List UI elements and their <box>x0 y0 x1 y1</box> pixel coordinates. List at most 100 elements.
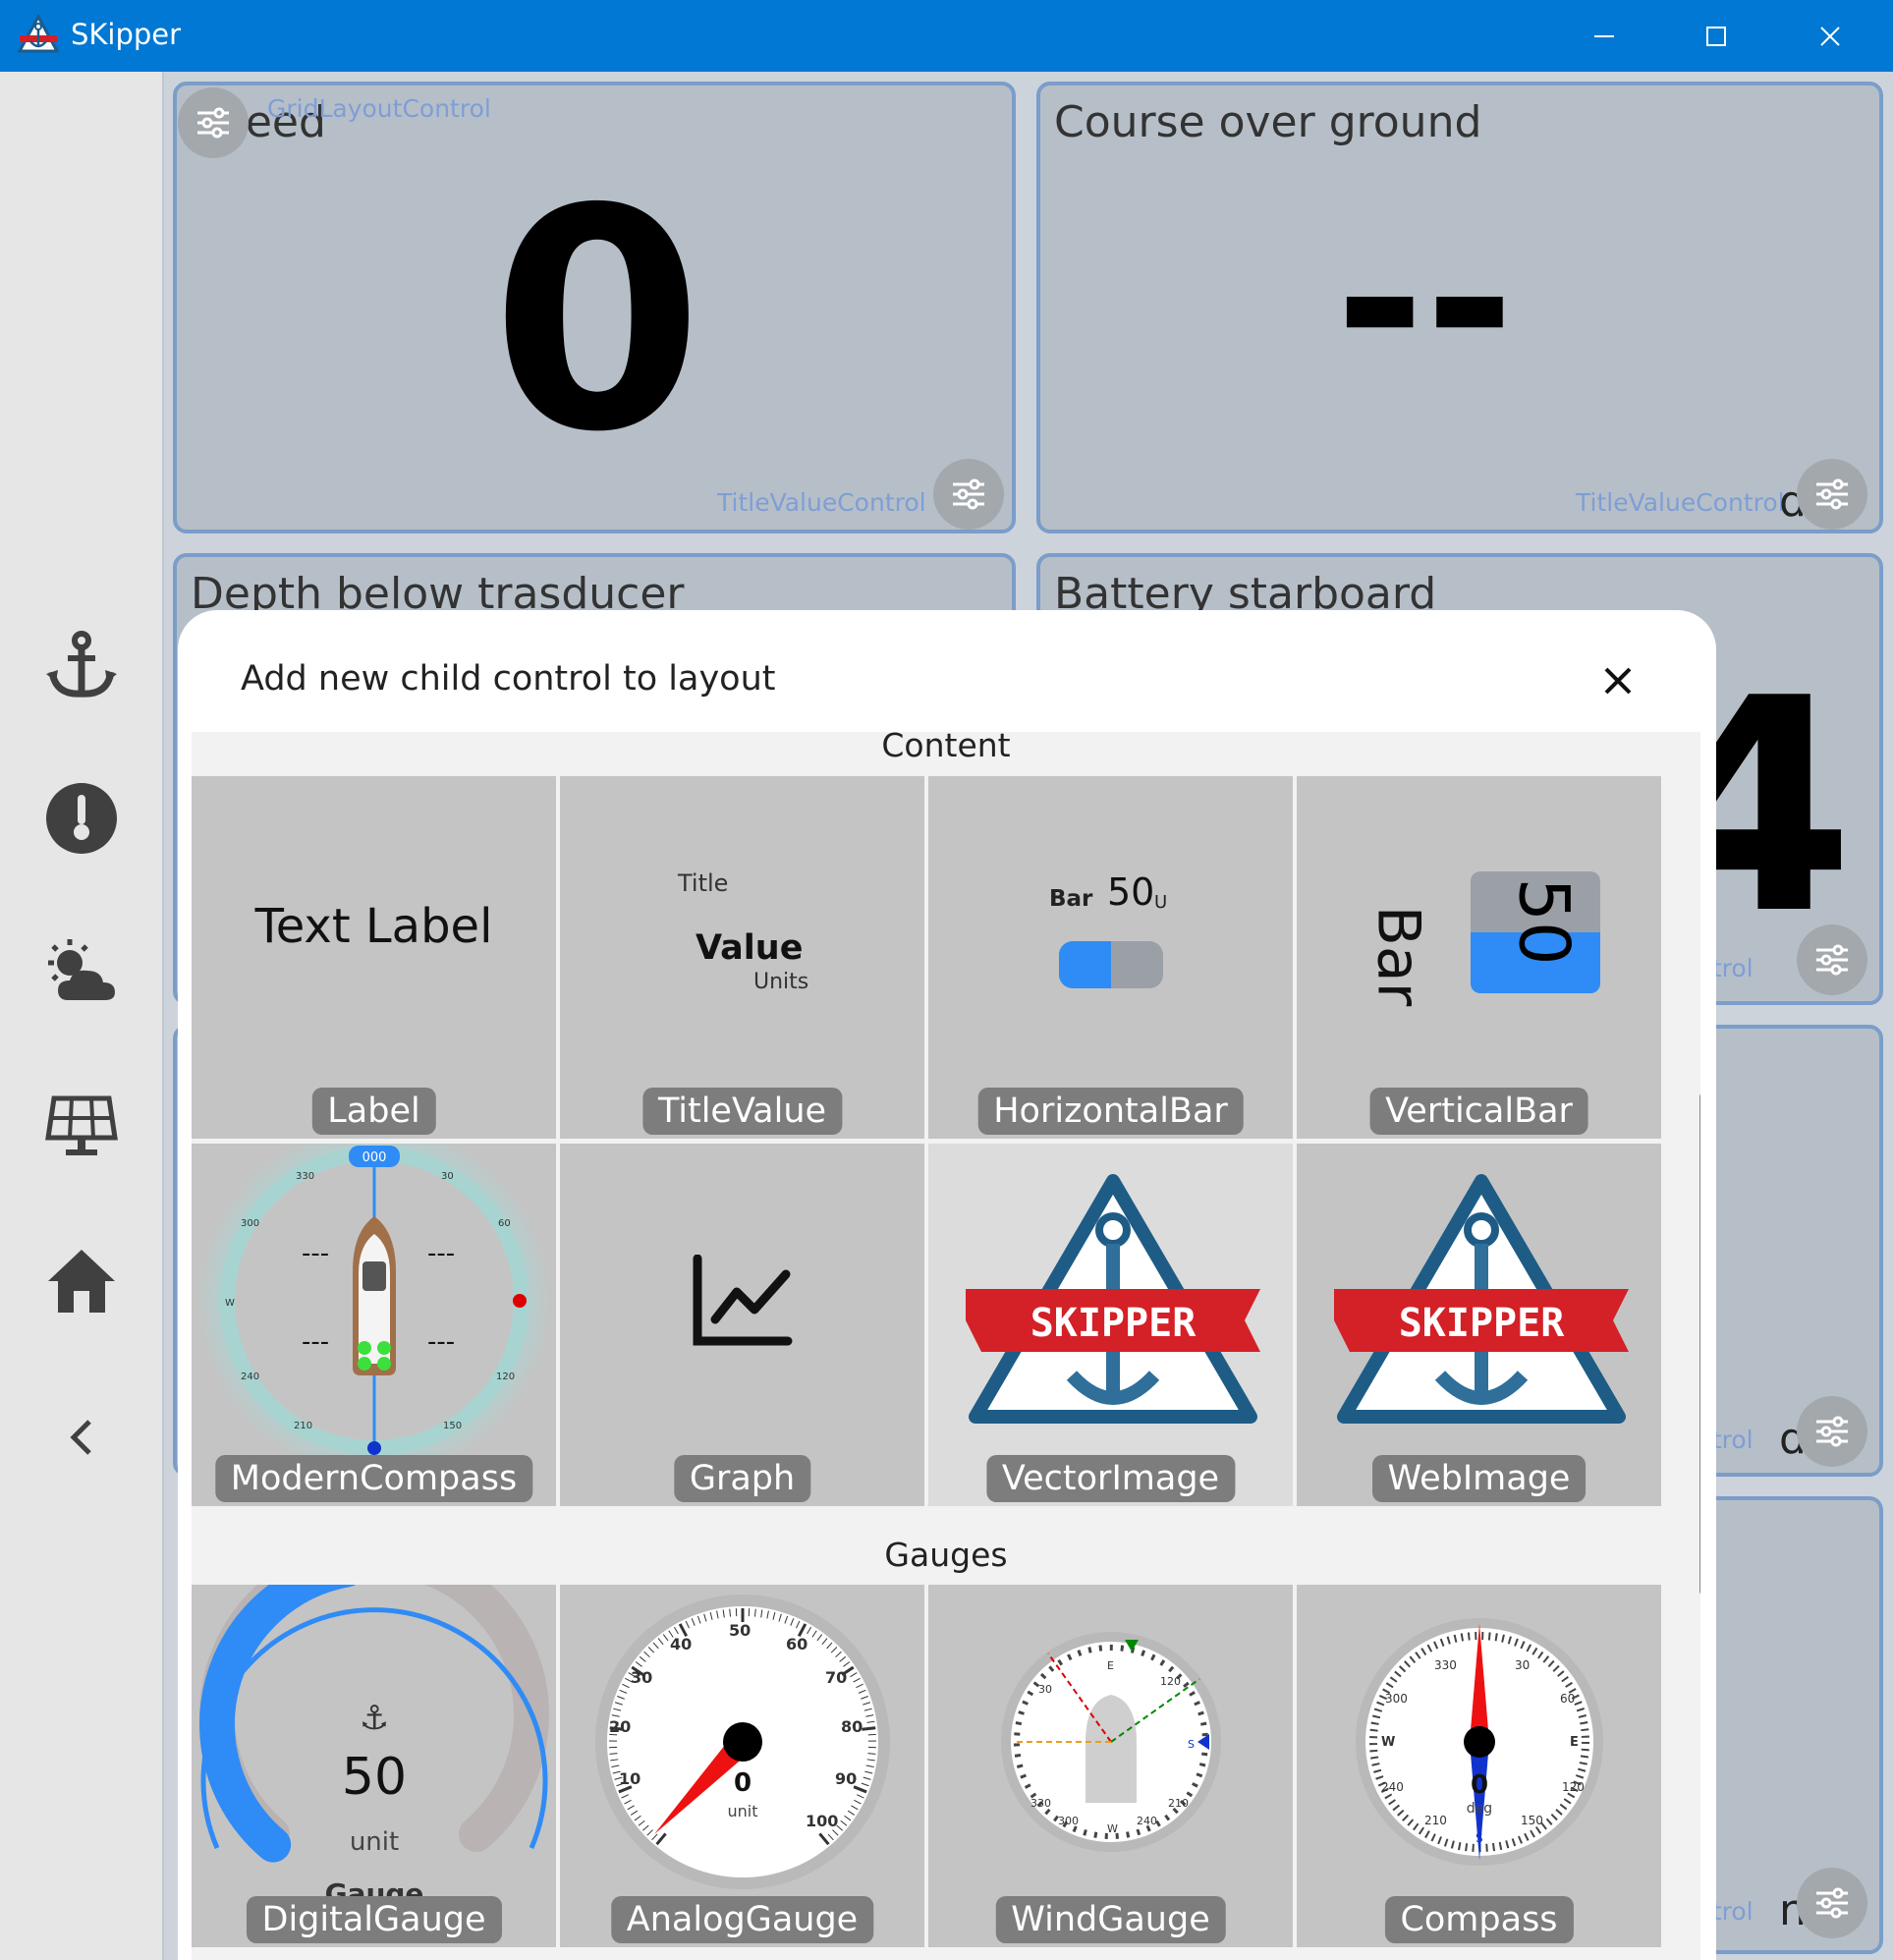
catalog-item-windgauge[interactable]: E 120 S 210 240 W 300 330 30 WindGauge <box>928 1585 1293 1947</box>
compass-tick-label: 60 <box>1560 1692 1575 1706</box>
sidebar-item-home[interactable] <box>39 1239 124 1323</box>
gauge-tick-label: W <box>1107 1822 1118 1835</box>
compass-tick: 60 <box>498 1218 511 1229</box>
catalog-scrollbar[interactable] <box>1699 1093 1700 1595</box>
skipper-logo-icon <box>18 14 59 53</box>
gauge-tick-label: E <box>1107 1659 1114 1672</box>
sidebar-item-solar[interactable] <box>39 1084 124 1168</box>
home-icon <box>48 1250 115 1313</box>
settings-sliders-icon <box>1816 944 1848 976</box>
sidebar-item-weather[interactable] <box>39 930 124 1015</box>
gauge-tick-label: 50 <box>729 1621 751 1640</box>
dialog-close-button[interactable] <box>1592 655 1643 706</box>
compass-tick-label: S <box>1475 1831 1483 1845</box>
window-title: SKipper <box>71 18 182 51</box>
catalog-item-compass[interactable]: 330 30 300 60 W E 240 120 210 150 S 0 de… <box>1297 1585 1661 1947</box>
catalog-item-graph[interactable]: Graph <box>560 1144 924 1506</box>
preview-vertical-bar: 50 <box>1471 871 1600 993</box>
catalog-item-titlevalue[interactable]: Title Value Units TitleValue <box>560 776 924 1139</box>
maximize-button[interactable] <box>1662 0 1770 72</box>
catalog-item-vectorimage[interactable]: SKIPPER VectorImage <box>928 1144 1293 1506</box>
compass-tick: 240 <box>241 1372 259 1382</box>
gauge-tick-label: 100 <box>806 1812 838 1830</box>
compass-tick: 300 <box>241 1218 259 1229</box>
chevron-left-icon <box>70 1420 91 1455</box>
grid-layout-settings-button[interactable] <box>178 87 249 158</box>
catalog-item-caption: VerticalBar <box>1369 1088 1588 1135</box>
close-icon <box>1820 26 1840 46</box>
catalog-item-caption: WindGauge <box>995 1896 1226 1943</box>
gauge-tick-label: 90 <box>835 1769 857 1788</box>
catalog-item-verticalbar[interactable]: Bar 50 VerticalBar <box>1297 776 1661 1139</box>
gauge-tick-label: 20 <box>609 1717 631 1736</box>
preview-vbar-value: 50 <box>1503 877 1585 966</box>
compass-marker <box>513 1294 527 1308</box>
tile-settings-button[interactable] <box>1797 924 1867 995</box>
preview-units: Units <box>753 970 809 994</box>
compass-hub <box>1464 1726 1495 1758</box>
compass-tick-label: 210 <box>1424 1814 1447 1827</box>
control-catalog[interactable]: Content Text Label Label Title Value Uni… <box>192 732 1700 1960</box>
compass-south-marker <box>367 1441 381 1455</box>
gauge-value: 50 <box>342 1748 407 1807</box>
gauge-value: 0 <box>734 1768 752 1798</box>
weather-icon <box>48 939 115 1000</box>
catalog-item-caption: Label <box>311 1088 436 1135</box>
title-bar: SKipper <box>0 0 1893 72</box>
catalog-item-caption: TitleValue <box>641 1088 843 1135</box>
preview-vbar-label: Bar <box>1364 905 1433 1007</box>
compass-tick-label: 120 <box>1562 1780 1585 1794</box>
catalog-item-webimage[interactable]: SKIPPER WebImage <box>1297 1144 1661 1506</box>
tile-speed[interactable]: Speed 0 TitleValueControl <box>173 82 1016 533</box>
gauge-tick-label: 210 <box>1168 1797 1189 1810</box>
compass-readout: --- <box>302 1239 329 1268</box>
sidebar <box>0 72 164 1960</box>
catalog-item-caption: WebImage <box>1371 1455 1587 1502</box>
catalog-item-caption: ModernCompass <box>214 1455 533 1502</box>
compass-readout: --- <box>302 1327 329 1357</box>
catalog-item-label[interactable]: Text Label Label <box>192 776 556 1139</box>
anchor-icon <box>46 631 117 698</box>
compass-tick-label: 240 <box>1381 1780 1404 1794</box>
catalog-item-horizontalbar[interactable]: Bar 50 U HorizontalBar <box>928 776 1293 1139</box>
tile-settings-button[interactable] <box>933 459 1004 530</box>
tile-course[interactable]: Course over ground -- TitleValueControl … <box>1036 82 1883 533</box>
boat-silhouette-icon <box>1086 1695 1137 1803</box>
catalog-item-caption: Compass <box>1384 1896 1574 1943</box>
logo-text: SKIPPER <box>1030 1301 1197 1346</box>
settings-sliders-icon <box>197 107 229 139</box>
catalog-item-caption: DigitalGauge <box>246 1896 502 1943</box>
preview-digital-gauge: ⚓ 50 unit Gauge <box>199 1585 549 1910</box>
preview-text-label: Text Label <box>254 899 493 954</box>
preview-bar-fill <box>1059 941 1111 988</box>
compass-tick-label: E <box>1570 1735 1579 1750</box>
compass-tick: 150 <box>443 1421 462 1431</box>
compass-tick-label: 30 <box>1515 1658 1530 1672</box>
catalog-item-digitalgauge[interactable]: ⚓ 50 unit Gauge DigitalGauge <box>192 1585 556 1947</box>
sidebar-item-temperature[interactable] <box>39 776 124 861</box>
settings-sliders-icon <box>1816 1887 1848 1919</box>
catalog-item-caption: AnalogGauge <box>610 1896 874 1943</box>
tile-settings-button[interactable] <box>1797 459 1867 530</box>
dialog-title: Add new child control to layout <box>241 659 776 699</box>
preview-wind-gauge: E 120 S 210 240 W 300 330 30 <box>1001 1632 1221 1852</box>
catalog-item-moderncompass[interactable]: 000 --- --- --- --- 330 30 60 300 W 120 … <box>192 1144 556 1506</box>
tile-settings-button[interactable] <box>1797 1396 1867 1467</box>
tile-title: Course over ground <box>1054 97 1482 147</box>
preview-modern-compass: 000 --- --- --- --- 330 30 60 300 W 120 … <box>197 1144 551 1478</box>
logo-text: SKIPPER <box>1399 1301 1565 1346</box>
compass-tick: 210 <box>294 1421 312 1431</box>
anchor-icon: ⚓ <box>360 1699 389 1738</box>
sidebar-collapse-button[interactable] <box>39 1395 124 1480</box>
boat-icon <box>353 1216 396 1375</box>
compass-value: 0 <box>1471 1770 1488 1800</box>
minimize-button[interactable] <box>1550 0 1658 72</box>
gauge-tick-label: 10 <box>619 1769 640 1788</box>
skipper-logo-icon: SKIPPER <box>966 1174 1260 1424</box>
close-button[interactable] <box>1776 0 1884 72</box>
compass-readout: --- <box>427 1239 455 1268</box>
tile-settings-button[interactable] <box>1797 1868 1867 1938</box>
add-control-dialog: Add new child control to layout Content … <box>178 610 1716 1960</box>
sidebar-item-anchor[interactable] <box>39 622 124 706</box>
catalog-item-analoggauge[interactable]: 10 20 30 40 50 60 70 80 90 100 0 unit An… <box>560 1585 924 1947</box>
